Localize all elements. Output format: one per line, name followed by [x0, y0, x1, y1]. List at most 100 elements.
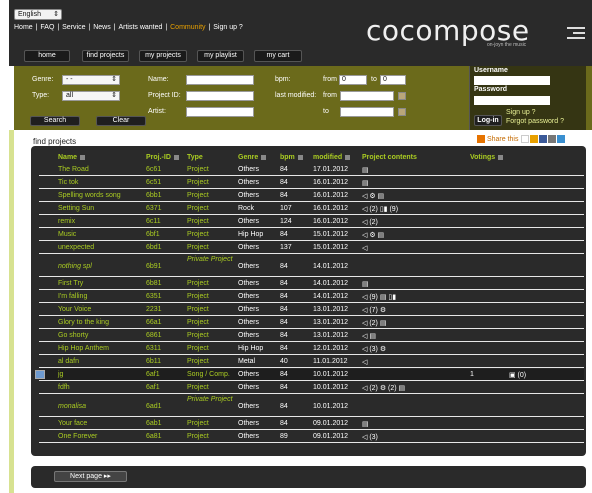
share-bar[interactable]: Share this	[477, 135, 566, 143]
username-input[interactable]	[474, 76, 550, 85]
project-contents[interactable]: ◁ ▤	[362, 332, 376, 340]
project-contents[interactable]: ◁ ⚙ ▤	[362, 192, 384, 200]
project-contents[interactable]: ◁ (2) ⚙ (2) ▤	[362, 384, 405, 392]
project-contents[interactable]: ◁ (2) ▤	[362, 319, 386, 327]
signup-link[interactable]: Sign up ?	[506, 109, 536, 116]
project-contents[interactable]: ▤	[362, 166, 369, 174]
table-row[interactable]: fdfh 6af1 Project Others 84 10.01.2012 ◁ (2) ⚙…	[39, 382, 584, 394]
lastmod-from-input[interactable]	[340, 91, 394, 101]
last-modified-label: last modified:	[275, 92, 317, 99]
project-name[interactable]: Go shorty	[58, 332, 88, 339]
artist-input[interactable]	[186, 107, 254, 117]
project-contents[interactable]: ◁ (2)	[362, 218, 378, 226]
table-row[interactable]: The Road 6c61 Project Others 84 17.01.2012 ▤	[39, 164, 584, 176]
project-contents[interactable]: ◁ (2) ▯▮ (9)	[362, 205, 398, 213]
project-name[interactable]: Spelling words song	[58, 192, 121, 199]
nav-find-projects[interactable]: find projects	[82, 50, 129, 62]
project-modified: 12.01.2012	[313, 345, 349, 352]
table-row[interactable]: monalisa 6ad1 Private Project Others 84 10.01…	[39, 395, 584, 417]
project-contents[interactable]: ◁ ⚙ ▤	[362, 231, 384, 239]
toplink-community[interactable]: Community	[170, 24, 205, 31]
table-row[interactable]: Setting Sun 6371 Project Rock 107 16.01.2012 ◁…	[39, 203, 584, 215]
table-row[interactable]: I'm falling 6351 Project Others 84 14.01.2012…	[39, 291, 584, 303]
project-contents[interactable]: ◁ (3)	[362, 433, 378, 441]
language-select[interactable]: English ⇕	[14, 9, 62, 20]
table-row[interactable]: Your Voice 2231 Project Others 84 13.01.2012 ◁…	[39, 304, 584, 316]
project-name[interactable]: First Try	[58, 280, 83, 287]
project-name[interactable]: One Forever	[58, 433, 97, 440]
project-name[interactable]: The Road	[58, 166, 89, 173]
name-input[interactable]	[186, 75, 254, 85]
nav-my-playlist[interactable]: my playlist	[197, 50, 244, 62]
project-name[interactable]: monalisa	[58, 403, 86, 410]
search-button[interactable]: Search	[30, 116, 80, 126]
toplink-artists-wanted[interactable]: Artists wanted	[118, 24, 162, 31]
col-votings-header[interactable]: Votings	[470, 154, 504, 161]
project-name[interactable]: remix	[58, 218, 75, 225]
project-name[interactable]: unexpected	[58, 244, 94, 251]
col-pid-header[interactable]: Proj.-ID	[146, 154, 179, 161]
genre-select[interactable]: - - ⇕	[62, 75, 120, 85]
project-name[interactable]: Your face	[58, 420, 87, 427]
project-contents[interactable]: ▤	[362, 280, 369, 288]
table-row[interactable]: Music 6bf1 Project Hip Hop 84 15.01.2012 ◁ ⚙ ▤	[39, 229, 584, 241]
project-name[interactable]: Music	[58, 231, 76, 238]
toplink-service[interactable]: Service	[62, 24, 85, 31]
project-contents[interactable]: ▤	[362, 420, 369, 428]
project-name[interactable]: Setting Sun	[58, 205, 94, 212]
table-row[interactable]: Glory to the king 66a1 Project Others 84 13.0…	[39, 317, 584, 329]
table-row[interactable]: One Forever 6a81 Project Others 89 09.01.2012…	[39, 431, 584, 443]
table-row[interactable]: Your face 6ab1 Project Others 84 09.01.2012 ▤	[39, 418, 584, 430]
table-row[interactable]: Spelling words song 6bb1 Project Others 84 16…	[39, 190, 584, 202]
type-select[interactable]: all ⇕	[62, 91, 120, 101]
project-contents[interactable]: ◁ (7) ⚙	[362, 306, 386, 314]
project-contents[interactable]: ◁ (3) ⚙	[362, 345, 386, 353]
col-modified-header[interactable]: modified	[313, 154, 351, 161]
project-name[interactable]: Glory to the king	[58, 319, 109, 326]
bpm-to-input[interactable]: 0	[380, 75, 406, 85]
table-row[interactable]: nothing spl 6b91 Private Project Others 84 14…	[39, 255, 584, 277]
calendar-icon[interactable]	[398, 92, 406, 100]
project-actions[interactable]: ▣ (0)	[509, 371, 526, 379]
calendar-icon[interactable]	[398, 108, 406, 116]
forgot-password-link[interactable]: Forgot password ?	[506, 118, 564, 125]
project-name[interactable]: Tic tok	[58, 179, 78, 186]
project-name[interactable]: Hip Hop Anthem	[58, 345, 109, 352]
col-name-header[interactable]: Name	[58, 154, 86, 161]
table-row[interactable]: Go shorty 6861 Project Others 84 13.01.2012 ◁ …	[39, 330, 584, 342]
password-input[interactable]	[474, 96, 550, 105]
project-name[interactable]: jg	[58, 371, 63, 378]
project-contents[interactable]: ◁	[362, 358, 367, 366]
col-genre-header[interactable]: Genre	[238, 154, 267, 161]
project-name[interactable]: Your Voice	[58, 306, 91, 313]
table-row[interactable]: Hip Hop Anthem 6311 Project Hip Hop 84 12.01.…	[39, 343, 584, 355]
bpm-from-input[interactable]: 0	[339, 75, 367, 85]
project-name[interactable]: al dafn	[58, 358, 79, 365]
login-button[interactable]: Log-in	[474, 115, 502, 126]
table-row[interactable]: al dafn 6b11 Project Metal 40 11.01.2012 ◁	[39, 356, 584, 368]
project-contents[interactable]: ◁ (9) ▤ ▯▮	[362, 293, 396, 301]
table-row[interactable]: unexpected 6bd1 Project Others 137 15.01.2012…	[39, 242, 584, 254]
next-page-button[interactable]: Next page ▸▸	[54, 471, 127, 482]
nav-my-projects[interactable]: my projects	[139, 50, 187, 62]
project-id-input[interactable]	[186, 91, 254, 101]
table-row[interactable]: remix 6c11 Project Others 124 16.01.2012 ◁ (2)	[39, 216, 584, 228]
toplink-news[interactable]: News	[93, 24, 111, 31]
project-contents[interactable]: ◁	[362, 244, 367, 252]
project-contents[interactable]: ▤	[362, 179, 369, 187]
project-name[interactable]: I'm falling	[58, 293, 87, 300]
table-row[interactable]: jg 6af1 Song / Comp. Others 84 10.01.2012 1 ▣ (…	[35, 369, 584, 381]
table-row[interactable]: Tic tok 6c51 Project Others 84 16.01.2012 ▤	[39, 177, 584, 189]
nav-home[interactable]: home	[24, 50, 70, 62]
col-bpm-header[interactable]: bpm	[280, 154, 303, 161]
project-name[interactable]: fdfh	[58, 384, 70, 391]
project-modified: 13.01.2012	[313, 319, 349, 326]
toplink-home[interactable]: Home	[14, 24, 33, 31]
nav-my-cart[interactable]: my cart	[254, 50, 302, 62]
clear-button[interactable]: Clear	[96, 116, 146, 126]
table-row[interactable]: First Try 6b81 Project Others 84 14.01.2012 ▤	[39, 278, 584, 290]
lastmod-to-input[interactable]	[340, 107, 394, 117]
project-name[interactable]: nothing spl	[58, 263, 92, 270]
toplink-sign-up[interactable]: Sign up ?	[213, 24, 243, 31]
toplink-faq[interactable]: FAQ	[40, 24, 54, 31]
